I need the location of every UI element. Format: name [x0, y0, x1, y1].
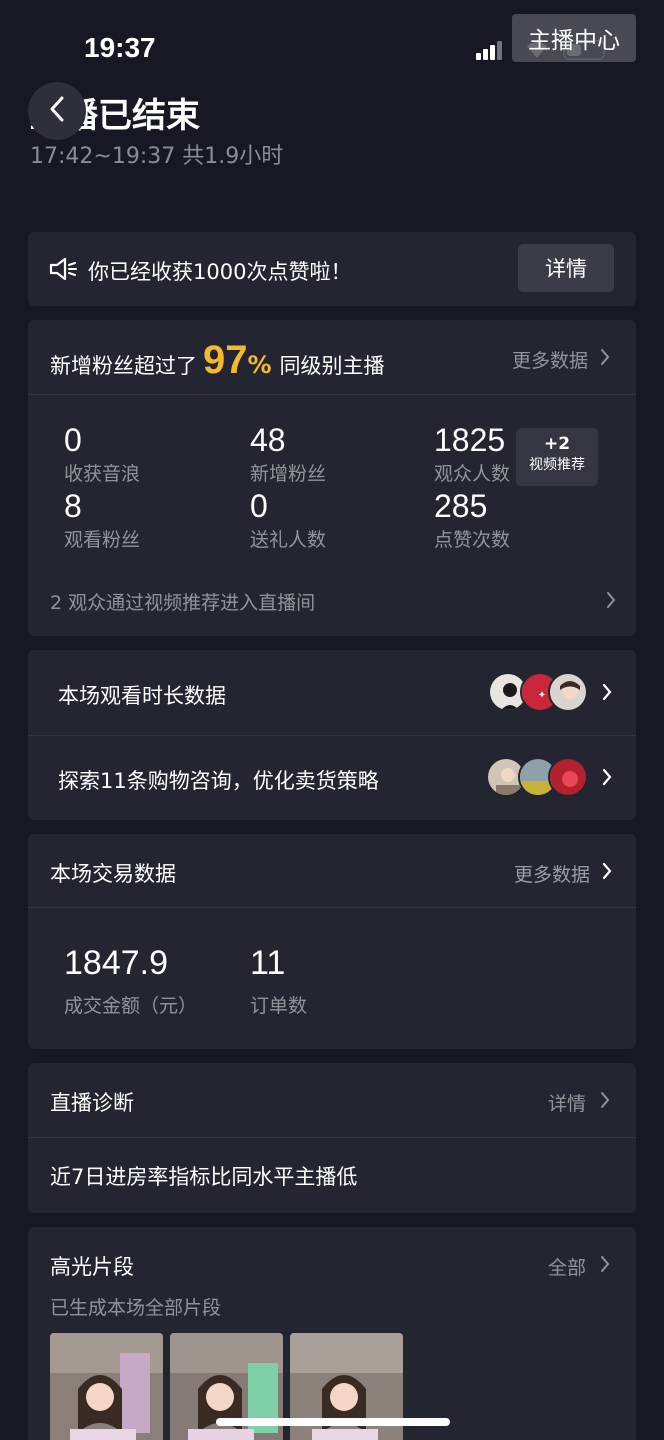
watch-duration-label: 本场观看时长数据	[58, 684, 226, 708]
metric-value: 1825	[434, 422, 506, 458]
metric-label: 送礼人数	[250, 529, 327, 551]
video-recommend-footer[interactable]: 2 观众通过视频推荐进入直播间	[50, 588, 616, 615]
video-recommend-footer-text: 2 观众通过视频推荐进入直播间	[50, 592, 316, 614]
signal-icon	[476, 40, 504, 60]
highlights-subtitle: 已生成本场全部片段	[50, 1297, 222, 1319]
insights-card: 本场观看时长数据 ✦ 探索11条购物咨询，优化卖货策略	[28, 650, 636, 820]
shopping-insights-row[interactable]: 探索11条购物咨询，优化卖货策略	[28, 736, 636, 820]
metric-new-fans: 48 新增粉丝	[250, 422, 326, 486]
trade-card-title: 本场交易数据	[50, 862, 176, 886]
metric-likes: 285 点赞次数	[434, 488, 510, 552]
trade-orders-value: 11	[250, 944, 286, 982]
metric-gift-senders: 0 送礼人数	[250, 488, 326, 552]
video-recommend-label: 视频推荐	[529, 457, 585, 473]
fans-rank-line: 新增粉丝超过了 97 % 同级别主播	[50, 338, 385, 383]
notice-detail-button[interactable]: 详情	[518, 244, 614, 292]
anchor-center-button[interactable]: 主播中心	[512, 14, 636, 62]
chevron-right-icon	[606, 591, 616, 613]
highlights-all-link[interactable]: 全部	[548, 1253, 610, 1280]
fans-rank-suffix: 同级别主播	[279, 354, 385, 378]
metric-sound-waves: 0 收获音浪	[64, 422, 140, 486]
live-time-range: 17:42~19:37 共1.9小时	[30, 144, 284, 169]
trade-more-data-link[interactable]: 更多数据	[514, 860, 612, 887]
metric-value: 0	[64, 422, 82, 458]
metric-label: 观看粉丝	[64, 529, 141, 551]
chevron-right-icon	[600, 348, 610, 371]
highlight-clip-thumbnail[interactable]	[50, 1333, 163, 1440]
svg-text:✦: ✦	[538, 690, 546, 701]
trade-more-data-label: 更多数据	[513, 864, 590, 886]
metric-label: 收获音浪	[64, 463, 141, 485]
metric-value: 8	[64, 488, 82, 524]
chevron-right-icon	[602, 683, 612, 705]
chevron-right-icon	[600, 1255, 610, 1278]
status-time: 19:37	[84, 32, 156, 63]
fans-rank-percent: 97	[203, 338, 248, 382]
avatar	[548, 672, 588, 712]
metric-value: 285	[434, 488, 488, 524]
trade-orders-label: 订单数	[250, 995, 308, 1017]
metric-viewers: 1825 观众人数	[434, 422, 510, 486]
metric-value: 48	[250, 422, 286, 458]
metric-label: 新增粉丝	[250, 463, 327, 485]
trade-amount-metric: 1847.9 成交金额（元）	[64, 944, 197, 1018]
shopping-insights-label: 探索11条购物咨询，优化卖货策略	[58, 769, 379, 793]
speaker-icon	[48, 256, 78, 286]
chevron-right-icon	[600, 1091, 610, 1114]
back-button[interactable]	[28, 82, 86, 140]
diagnosis-card: 直播诊断 详情 近7日进房率指标比同水平主播低	[28, 1063, 636, 1213]
avatar	[548, 757, 588, 797]
metric-label: 点赞次数	[434, 529, 511, 551]
trade-amount-label: 成交金额（元）	[64, 995, 198, 1017]
highlights-title: 高光片段	[50, 1255, 134, 1279]
watch-duration-row[interactable]: 本场观看时长数据 ✦	[28, 650, 636, 735]
like-notice-card: 你已经收获1000次点赞啦！ 详情	[28, 232, 636, 306]
fans-more-data-label: 更多数据	[511, 350, 588, 372]
chevron-left-icon	[49, 96, 65, 126]
home-indicator	[216, 1418, 450, 1426]
trade-orders-metric: 11 订单数	[250, 944, 307, 1018]
trade-data-card: 本场交易数据 更多数据 1847.9 成交金额（元） 11 订单数	[28, 834, 636, 1049]
highlights-all-label: 全部	[547, 1257, 586, 1279]
chevron-right-icon	[602, 862, 612, 885]
fans-rank-percent-unit: %	[247, 351, 272, 379]
trade-amount-value: 1847.9	[64, 944, 168, 982]
diagnosis-text: 近7日进房率指标比同水平主播低	[50, 1165, 358, 1189]
fans-more-data-link[interactable]: 更多数据	[512, 346, 610, 373]
diagnosis-detail-link[interactable]: 详情	[548, 1089, 610, 1116]
metric-label: 观众人数	[434, 463, 511, 485]
video-recommend-badge[interactable]: +2 视频推荐	[516, 428, 598, 486]
diagnosis-detail-label: 详情	[547, 1093, 586, 1115]
video-recommend-count: +2	[543, 434, 571, 454]
highlights-card: 高光片段 全部 已生成本场全部片段	[28, 1227, 636, 1440]
metric-value: 0	[250, 488, 268, 524]
notice-text: 你已经收获1000次点赞啦！	[88, 260, 352, 284]
chevron-right-icon	[602, 768, 612, 790]
fans-rank-prefix: 新增粉丝超过了	[50, 354, 197, 378]
metric-watching-fans: 8 观看粉丝	[64, 488, 140, 552]
fans-data-card: 新增粉丝超过了 97 % 同级别主播 更多数据 0 收获音浪 48 新增粉丝 1…	[28, 320, 636, 636]
diagnosis-title: 直播诊断	[50, 1091, 134, 1115]
